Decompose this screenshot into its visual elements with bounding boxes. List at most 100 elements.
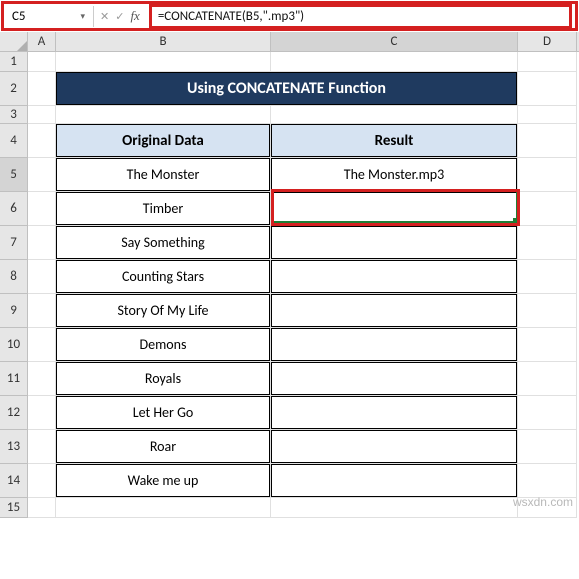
data-cell[interactable]: Royals xyxy=(56,362,271,396)
row-2: 2 Using CONCATENATE Function xyxy=(0,72,579,106)
data-cell[interactable]: Story Of My Life xyxy=(56,294,271,328)
cell[interactable] xyxy=(518,158,577,192)
col-header-a[interactable]: A xyxy=(28,32,56,51)
data-cell[interactable] xyxy=(271,328,518,362)
cell[interactable] xyxy=(28,328,56,362)
accept-icon[interactable]: ✓ xyxy=(115,10,124,23)
data-cell[interactable]: The Monster xyxy=(56,158,271,192)
row-12: 12 Let Her Go xyxy=(0,396,579,430)
cell[interactable] xyxy=(271,106,518,124)
cell[interactable] xyxy=(56,106,271,124)
cell[interactable] xyxy=(28,396,56,430)
row-header[interactable]: 11 xyxy=(0,362,28,396)
row-header[interactable]: 6 xyxy=(0,192,28,226)
cell[interactable] xyxy=(518,72,577,106)
row-header[interactable]: 8 xyxy=(0,260,28,294)
select-all-corner[interactable] xyxy=(0,32,28,51)
cell[interactable] xyxy=(28,124,56,158)
cell[interactable] xyxy=(28,362,56,396)
row-header[interactable]: 13 xyxy=(0,430,28,464)
row-8: 8 Counting Stars xyxy=(0,260,579,294)
row-header[interactable]: 15 xyxy=(0,498,28,518)
row-header[interactable]: 4 xyxy=(0,124,28,158)
data-cell[interactable] xyxy=(271,362,518,396)
row-10: 10 Demons xyxy=(0,328,579,362)
cell[interactable] xyxy=(518,260,577,294)
row-header[interactable]: 14 xyxy=(0,464,28,498)
cell[interactable] xyxy=(518,294,577,328)
row-9: 9 Story Of My Life xyxy=(0,294,579,328)
data-cell[interactable]: Let Her Go xyxy=(56,396,271,430)
row-header[interactable]: 9 xyxy=(0,294,28,328)
cell[interactable] xyxy=(28,192,56,226)
cell[interactable] xyxy=(28,72,56,106)
name-box[interactable]: C5 ▾ xyxy=(4,6,94,27)
cell[interactable] xyxy=(56,498,271,518)
cell[interactable] xyxy=(28,294,56,328)
row-header[interactable]: 2 xyxy=(0,72,28,106)
data-cell[interactable] xyxy=(271,260,518,294)
cell[interactable] xyxy=(28,430,56,464)
cell[interactable] xyxy=(56,52,271,72)
data-cell[interactable] xyxy=(271,226,518,260)
data-cell[interactable]: Counting Stars xyxy=(56,260,271,294)
row-header[interactable]: 12 xyxy=(0,396,28,430)
table-header-cell[interactable]: Original Data xyxy=(56,124,271,158)
active-cell[interactable]: The Monster.mp3 xyxy=(271,158,518,192)
data-cell[interactable]: Roar xyxy=(56,430,271,464)
row-11: 11 Royals xyxy=(0,362,579,396)
cell[interactable] xyxy=(271,52,518,72)
cell[interactable] xyxy=(28,226,56,260)
data-cell[interactable]: Demons xyxy=(56,328,271,362)
row-3: 3 xyxy=(0,106,579,124)
cell[interactable] xyxy=(28,464,56,498)
cell[interactable] xyxy=(518,430,577,464)
cancel-icon[interactable]: ✕ xyxy=(100,10,109,23)
cell[interactable] xyxy=(518,464,577,498)
cell[interactable] xyxy=(28,260,56,294)
data-cell[interactable] xyxy=(271,430,518,464)
data-cell[interactable]: Timber xyxy=(56,192,271,226)
formula-controls: ✕ ✓ fx xyxy=(94,8,146,24)
row-15: 15 xyxy=(0,498,579,518)
chevron-down-icon[interactable]: ▾ xyxy=(80,11,85,22)
row-7: 7 Say Something xyxy=(0,226,579,260)
row-header[interactable]: 10 xyxy=(0,328,28,362)
cell[interactable] xyxy=(518,226,577,260)
cell[interactable] xyxy=(271,498,518,518)
col-header-b[interactable]: B xyxy=(56,32,271,51)
formula-bar[interactable]: =CONCATENATE(B5,".mp3") xyxy=(149,4,572,29)
cell[interactable] xyxy=(28,498,56,518)
row-4: 4 Original Data Result xyxy=(0,124,579,158)
row-5: 5 The Monster The Monster.mp3 xyxy=(0,158,579,192)
data-cell[interactable] xyxy=(271,192,518,226)
row-header[interactable]: 3 xyxy=(0,106,28,124)
data-cell[interactable]: Wake me up xyxy=(56,464,271,498)
row-header[interactable]: 1 xyxy=(0,52,28,72)
sheet-title: Using CONCATENATE Function xyxy=(56,72,517,105)
row-14: 14 Wake me up xyxy=(0,464,579,498)
row-header[interactable]: 5 xyxy=(0,158,28,192)
formula-row: C5 ▾ ✕ ✓ fx =CONCATENATE(B5,".mp3") xyxy=(1,1,578,31)
data-cell[interactable] xyxy=(271,464,518,498)
data-cell[interactable] xyxy=(271,396,518,430)
data-cell[interactable]: Say Something xyxy=(56,226,271,260)
cell[interactable] xyxy=(518,362,577,396)
cell[interactable] xyxy=(518,52,577,72)
title-cell[interactable]: Using CONCATENATE Function xyxy=(56,72,518,106)
cell[interactable] xyxy=(518,396,577,430)
cell[interactable] xyxy=(518,192,577,226)
cell[interactable] xyxy=(518,106,577,124)
cell[interactable] xyxy=(28,52,56,72)
table-header-cell[interactable]: Result xyxy=(271,124,518,158)
watermark: wsxdn.com xyxy=(513,495,573,509)
col-header-c[interactable]: C xyxy=(271,32,518,51)
col-header-d[interactable]: D xyxy=(518,32,577,51)
row-header[interactable]: 7 xyxy=(0,226,28,260)
fx-icon[interactable]: fx xyxy=(130,8,139,24)
cell[interactable] xyxy=(28,106,56,124)
data-cell[interactable] xyxy=(271,294,518,328)
cell[interactable] xyxy=(28,158,56,192)
cell[interactable] xyxy=(518,328,577,362)
cell[interactable] xyxy=(518,124,577,158)
